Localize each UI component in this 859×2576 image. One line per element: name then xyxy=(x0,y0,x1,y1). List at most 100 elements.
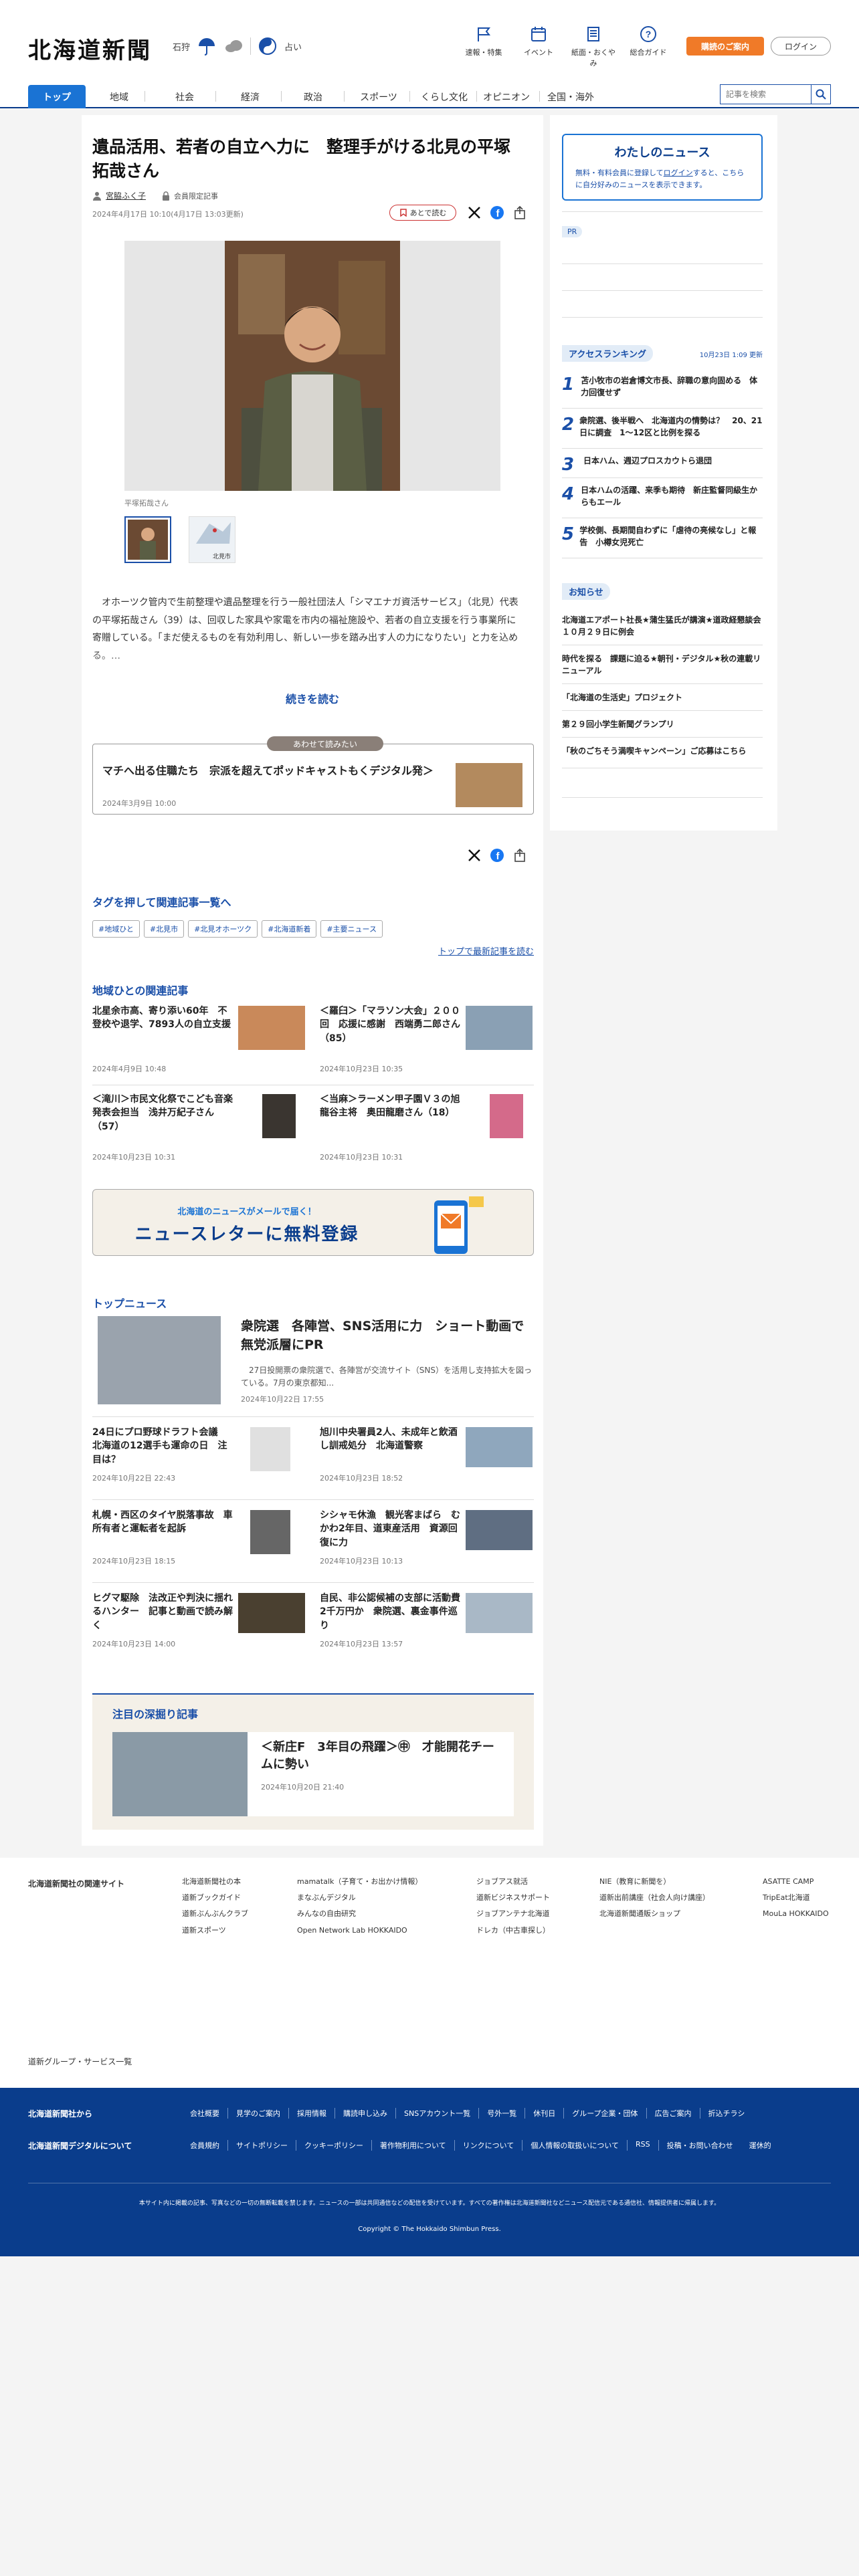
top-news-item[interactable]: 自民、非公認候補の支部に活動費 2千万円か 衆院選、裏金事件巡り 2024年10… xyxy=(320,1592,533,1665)
footer-site-link[interactable]: 道新出前講座（社会人向け講座） xyxy=(599,1890,710,1906)
footer-site-link[interactable]: 北海道新聞通販ショップ xyxy=(599,1906,710,1922)
tab-culture[interactable]: くらし文化 xyxy=(413,85,475,108)
footer-link[interactable]: 見学のご案内 xyxy=(228,2108,289,2119)
footer-site-link[interactable]: ASATTE CAMP xyxy=(763,1874,829,1890)
footer-link[interactable]: 著作物利用について xyxy=(372,2140,455,2151)
search-input[interactable] xyxy=(720,84,811,104)
tag-chip[interactable]: #主要ニュース xyxy=(320,920,383,938)
footer-site-link[interactable]: TripEat北海道 xyxy=(763,1890,829,1906)
deep-dive-heading[interactable]: 注目の深掘り記事 xyxy=(112,1705,198,1721)
footer-link[interactable]: 折込チラシ xyxy=(700,2108,753,2119)
notice-item[interactable]: 「北海道の生活史」プロジェクト xyxy=(562,691,763,704)
top-news-item[interactable]: ヒグマ駆除 法改正や判決に揺れるハンター 記事と動画で読み解く 2024年10月… xyxy=(92,1592,305,1665)
subscribe-button[interactable]: 購読のご案内 xyxy=(686,37,764,56)
facebook-share-icon[interactable]: f xyxy=(490,205,504,220)
tab-opinion[interactable]: オピニオン xyxy=(478,85,535,108)
ranking-item[interactable]: 1 苫小牧市の岩倉博文市長、辞職の意向固める 体力回復せず xyxy=(562,374,763,399)
top-news-item[interactable]: 24日にプロ野球ドラフト会議 北海道の12選手も運命の日 注目は？ 2024年1… xyxy=(92,1426,305,1499)
footer-link[interactable]: 投稿・お問い合わせ xyxy=(659,2140,741,2151)
local-article[interactable]: ＜羅臼＞「マラソン大会」２００回 応援に感謝 西端勇二郎さん（85） 2024年… xyxy=(320,1004,533,1079)
footer-link[interactable]: クッキーポリシー xyxy=(296,2140,372,2151)
footer-link[interactable]: 会社概要 xyxy=(182,2108,228,2119)
search-button[interactable] xyxy=(811,84,831,104)
deep-dive-article[interactable]: ＜新庄F 3年目の飛躍＞㊥ 才能開花チームに勢い 2024年10月20日 21:… xyxy=(112,1732,514,1816)
footer-link[interactable]: サイトポリシー xyxy=(228,2140,296,2151)
top-news-item[interactable]: 旭川中央署員2人、未成年と飲酒し訓戒処分 北海道警察 2024年10月23日 1… xyxy=(320,1426,533,1499)
top-news-lead[interactable]: 衆院選 各陣営、SNS活用に力 ショート動画で無党派層にPR 27日投開票の衆院… xyxy=(92,1316,534,1410)
x-share-icon[interactable] xyxy=(467,848,482,863)
tab-local[interactable]: 地域 xyxy=(95,85,143,108)
tab-politics[interactable]: 政治 xyxy=(289,85,337,108)
tag-chip[interactable]: #北見オホーツク xyxy=(188,920,258,938)
footer-link[interactable]: 購読申し込み xyxy=(335,2108,396,2119)
footer-site-link[interactable]: みんなの自由研究 xyxy=(297,1906,422,1922)
local-article[interactable]: 北星余市高、寄り添い60年 不登校や退学、7893人の自立支援 2024年4月9… xyxy=(92,1004,305,1079)
footer-site-link[interactable]: mamatalk（子育て・お出かけ情報） xyxy=(297,1874,422,1890)
facebook-share-icon[interactable]: f xyxy=(490,848,504,863)
footer-site-link[interactable]: 北海道新聞社の本 xyxy=(182,1874,248,1890)
notice-item[interactable]: 時代を探る 課題に迫る★朝刊・デジタル★秋の連載リニューアル xyxy=(562,653,763,677)
nav-events[interactable]: イベント xyxy=(516,25,561,68)
read-more-link[interactable]: 続きを読む xyxy=(82,690,543,706)
share-icon[interactable] xyxy=(512,205,527,220)
tag-chip[interactable]: #地域ひと xyxy=(92,920,140,938)
notice-item[interactable]: 北海道エアポート社長★蒲生猛氏が講演★道政経懇談会１０月２９日に例会 xyxy=(562,614,763,638)
notice-item[interactable]: 「秋のごちそう満喫キャンペーン」ご応募はこちら xyxy=(562,745,763,757)
local-article[interactable]: ＜滝川＞市民文化祭でこども音楽発表会担当 浅井万紀子さん（57） 2024年10… xyxy=(92,1093,305,1168)
footer-site-link[interactable]: Open Network Lab HOKKAIDO xyxy=(297,1923,422,1939)
top-news-item[interactable]: シシャモ休漁 観光客まばら むかわ2年目、道東産活用 資源回復に力 2024年1… xyxy=(320,1509,533,1582)
ranking-title[interactable]: アクセスランキング xyxy=(562,345,653,362)
weather-widget[interactable]: 石狩 占い xyxy=(173,36,302,56)
footer-link[interactable]: SNSアカウント一覧 xyxy=(396,2108,480,2119)
footer-link[interactable]: グループ企業・団体 xyxy=(564,2108,647,2119)
nav-paper[interactable]: 紙面・おくやみ xyxy=(571,25,615,68)
notice-item[interactable]: 第２９回小学生新聞グランプリ xyxy=(562,718,763,730)
footer-site-link[interactable]: MouLa HOKKAIDO xyxy=(763,1906,829,1922)
tab-economy[interactable]: 経済 xyxy=(226,85,274,108)
group-services-link[interactable]: 道新グループ・サービス一覧 xyxy=(28,2056,132,2067)
footer-site-link[interactable]: 道新スポーツ xyxy=(182,1923,248,1939)
photo-thumbnail-2[interactable]: 北見市 xyxy=(189,516,235,563)
related-article-card[interactable]: あわせて読みたい マチへ出る住職たち 宗派を超えてポッドキャストもくデジタル発＞… xyxy=(92,736,534,815)
footer-link[interactable]: RSS xyxy=(628,2140,659,2151)
footer-link[interactable]: リンクについて xyxy=(455,2140,523,2151)
footer-site-link[interactable]: 道新ぶんぶんクラブ xyxy=(182,1906,248,1922)
nav-guide[interactable]: ? 総合ガイド xyxy=(626,25,670,68)
footer-link[interactable]: 会員規約 xyxy=(182,2140,228,2151)
latest-news-link[interactable]: トップで最新記事を読む xyxy=(407,944,534,957)
read-later-button[interactable]: あとで読む xyxy=(389,205,456,221)
my-news-login-link[interactable]: ログイン xyxy=(664,169,693,177)
footer-link[interactable]: 号外一覧 xyxy=(479,2108,526,2119)
top-news-item[interactable]: 札幌・西区のタイヤ脱落事故 車所有者と運転者を起訴 2024年10月23日 18… xyxy=(92,1509,305,1582)
article-photo[interactable] xyxy=(124,241,500,491)
ranking-item[interactable]: 2 衆院選、後半戦へ 北海道内の情勢は？ 20、21日に調査 1～12区と比例を探… xyxy=(562,415,763,439)
footer-site-link[interactable]: 道新ビジネスサポート xyxy=(476,1890,550,1906)
tab-world[interactable]: 全国・海外 xyxy=(541,85,601,108)
newsletter-banner[interactable]: 北海道のニュースがメールで届く！ ニュースレターに無料登録 xyxy=(92,1189,534,1256)
footer-site-link[interactable]: 道新ブックガイド xyxy=(182,1890,248,1906)
footer-link[interactable]: 広告ご案内 xyxy=(647,2108,700,2119)
ranking-item[interactable]: 5 学校側、長期間自わずに「虐待の亮候なし」と報告 小樽女児死亡 xyxy=(562,524,763,548)
footer-site-link[interactable]: NIE（教育に新聞を） xyxy=(599,1874,710,1890)
footer-site-link[interactable]: ドレカ（中古車探し） xyxy=(476,1923,550,1939)
footer-link[interactable]: 個人情報の取扱いについて xyxy=(522,2140,628,2151)
share-icon[interactable] xyxy=(512,848,527,863)
local-article[interactable]: ＜当麻＞ラーメン甲子園Ｖ３の旭龍谷主将 奥田龍磨さん（18） 2024年10月2… xyxy=(320,1093,533,1168)
x-share-icon[interactable] xyxy=(467,205,482,220)
ranking-item[interactable]: 3 日本ハム、週辺プロスカウトら退団 xyxy=(562,455,763,475)
footer-link[interactable]: 休刊日 xyxy=(525,2108,565,2119)
footer-site-link[interactable]: ジョブアンテナ北海道 xyxy=(476,1906,550,1922)
footer-site-link[interactable]: ジョブアス就活 xyxy=(476,1874,550,1890)
ranking-item[interactable]: 4 日本ハムの活躍、来季も期待 新庄監督同級生からもエール xyxy=(562,484,763,508)
notice-title[interactable]: お知らせ xyxy=(562,583,610,600)
site-logo[interactable]: 北海道新聞 xyxy=(28,32,152,65)
photo-thumbnail-1[interactable] xyxy=(124,516,171,563)
nav-breaking[interactable]: 速報・特集 xyxy=(462,25,506,68)
tab-sports[interactable]: スポーツ xyxy=(351,85,407,108)
tab-society[interactable]: 社会 xyxy=(161,85,209,108)
tag-chip[interactable]: #北海道新着 xyxy=(262,920,317,938)
author-link[interactable]: 宮脇ふく子 xyxy=(106,190,146,201)
login-button[interactable]: ログイン xyxy=(771,37,831,56)
tab-top[interactable]: トップ xyxy=(28,85,86,108)
footer-link[interactable]: 採用情報 xyxy=(289,2108,335,2119)
